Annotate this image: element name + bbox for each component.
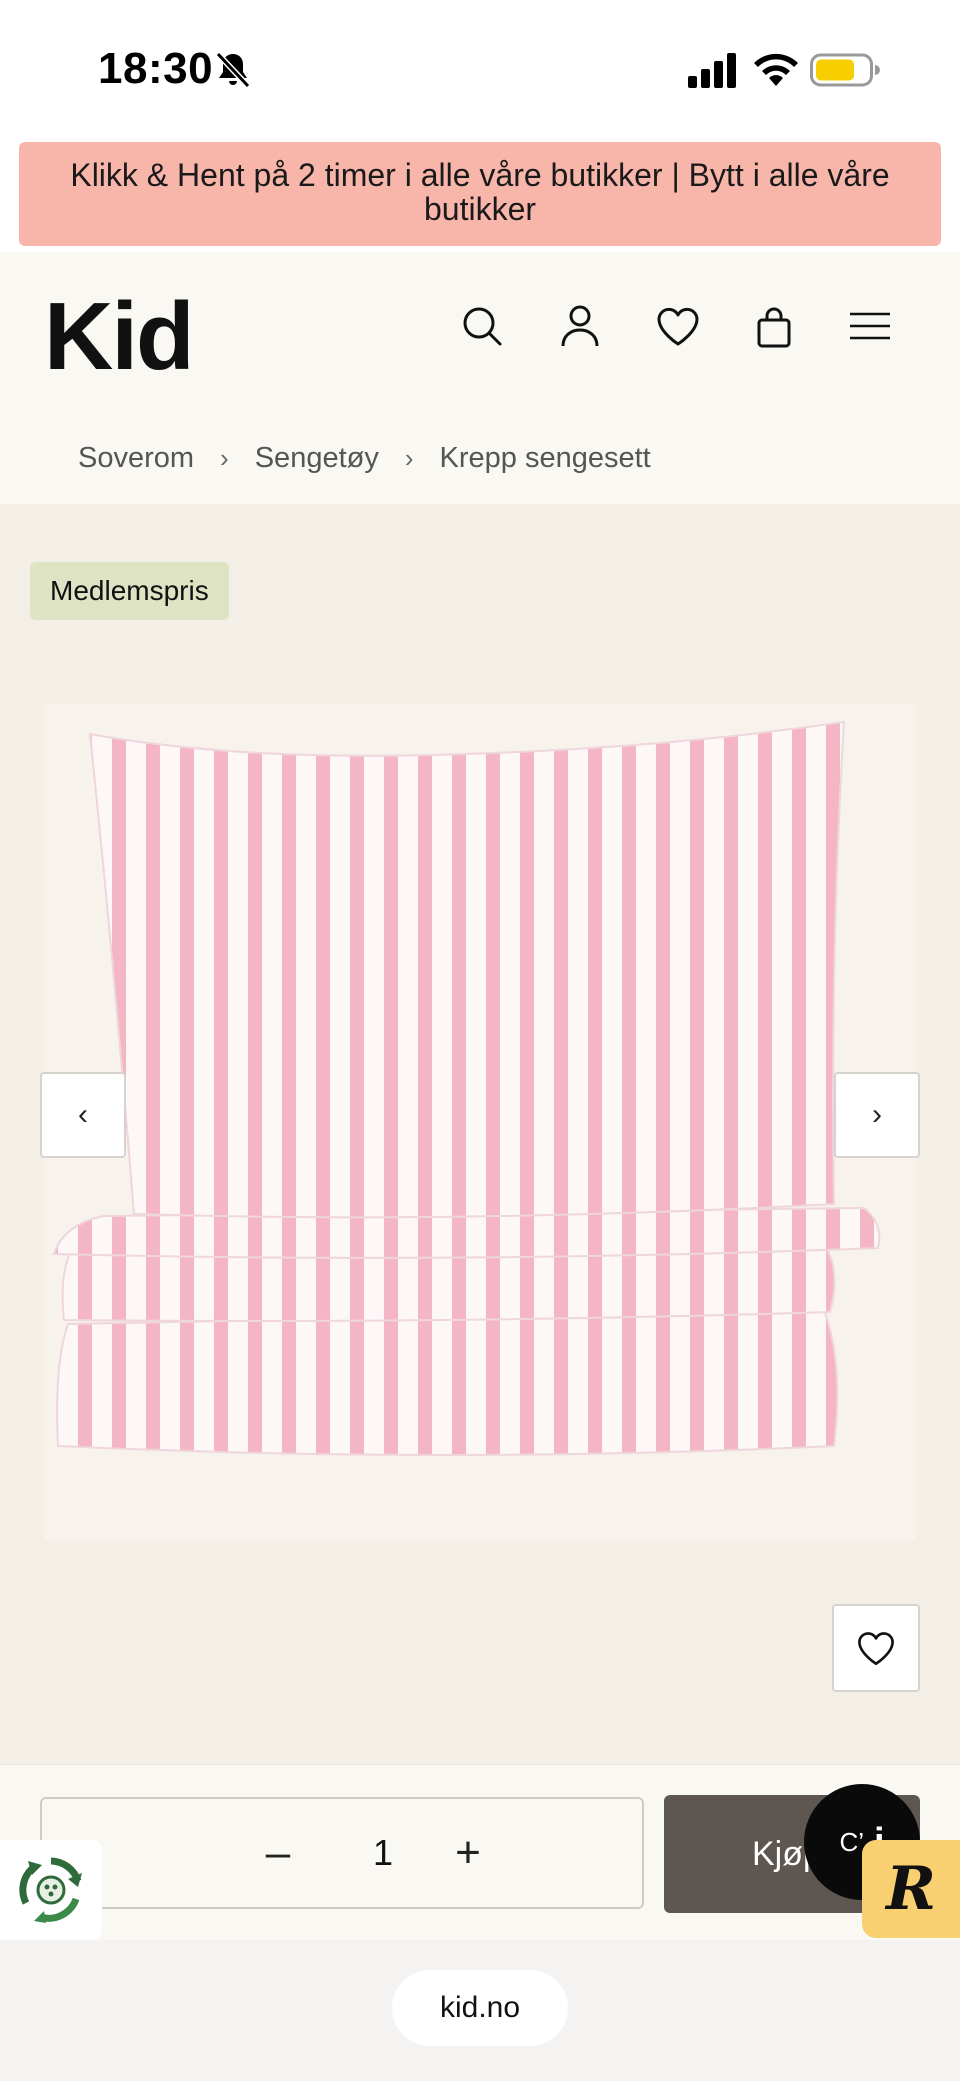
increase-quantity-button[interactable]: +: [438, 1823, 498, 1883]
product-image[interactable]: [44, 704, 916, 1540]
breadcrumb: Soverom › Sengetøy › Krepp sengesett: [78, 442, 651, 475]
decrease-quantity-button[interactable]: –: [248, 1823, 308, 1883]
recycle-badge[interactable]: [0, 1840, 102, 1940]
heart-icon: [858, 1632, 894, 1666]
chat-label: C’: [839, 1826, 864, 1857]
wishlist-icon[interactable]: [654, 302, 702, 350]
rewards-r-icon: R: [886, 1854, 936, 1924]
chevron-right-icon: ›: [872, 1098, 882, 1131]
logo[interactable]: Kid: [44, 282, 195, 392]
striped-bedding-image: [52, 720, 881, 1456]
menu-icon[interactable]: [846, 302, 894, 350]
site-header: Kid Soverom › Sengetøy › Krepp sengesett: [0, 252, 960, 504]
next-image-button[interactable]: ›: [834, 1072, 920, 1158]
breadcrumb-separator: ›: [220, 443, 229, 473]
member-price-badge: Medlemspris: [30, 562, 229, 620]
signal-icon: [688, 53, 736, 88]
add-to-wishlist-button[interactable]: [832, 1604, 920, 1692]
bell-slash-icon: [215, 51, 251, 89]
recycle-icon: [19, 1857, 82, 1923]
announcement-banner[interactable]: Klikk & Hent på 2 timer i alle våre buti…: [19, 142, 941, 246]
status-time: 18:30: [98, 44, 214, 93]
quantity-stepper: – 1 +: [40, 1797, 644, 1909]
rewards-badge[interactable]: R: [862, 1840, 960, 1938]
url-bar[interactable]: kid.no: [392, 1970, 568, 2046]
browser-bar: kid.no: [0, 1940, 960, 2081]
prev-image-button[interactable]: ‹: [40, 1072, 126, 1158]
chevron-left-icon: ‹: [78, 1098, 88, 1131]
breadcrumb-item-current: Krepp sengesett: [439, 442, 651, 474]
product-gallery: Medlemspris ‹ ›: [0, 504, 960, 1764]
breadcrumb-separator: ›: [404, 443, 414, 473]
wifi-icon: [754, 53, 798, 86]
battery-icon: [810, 53, 880, 87]
breadcrumb-item-soverom[interactable]: Soverom: [78, 442, 194, 475]
breadcrumb-item-sengetoy[interactable]: Sengetøy: [255, 442, 379, 475]
announcement-text: Klikk & Hent på 2 timer i alle våre buti…: [70, 157, 890, 227]
status-bar: 18:30: [0, 0, 960, 140]
quantity-value: 1: [372, 1832, 394, 1873]
cart-icon[interactable]: [750, 302, 798, 350]
search-icon[interactable]: [458, 302, 506, 350]
account-icon[interactable]: [556, 302, 604, 350]
